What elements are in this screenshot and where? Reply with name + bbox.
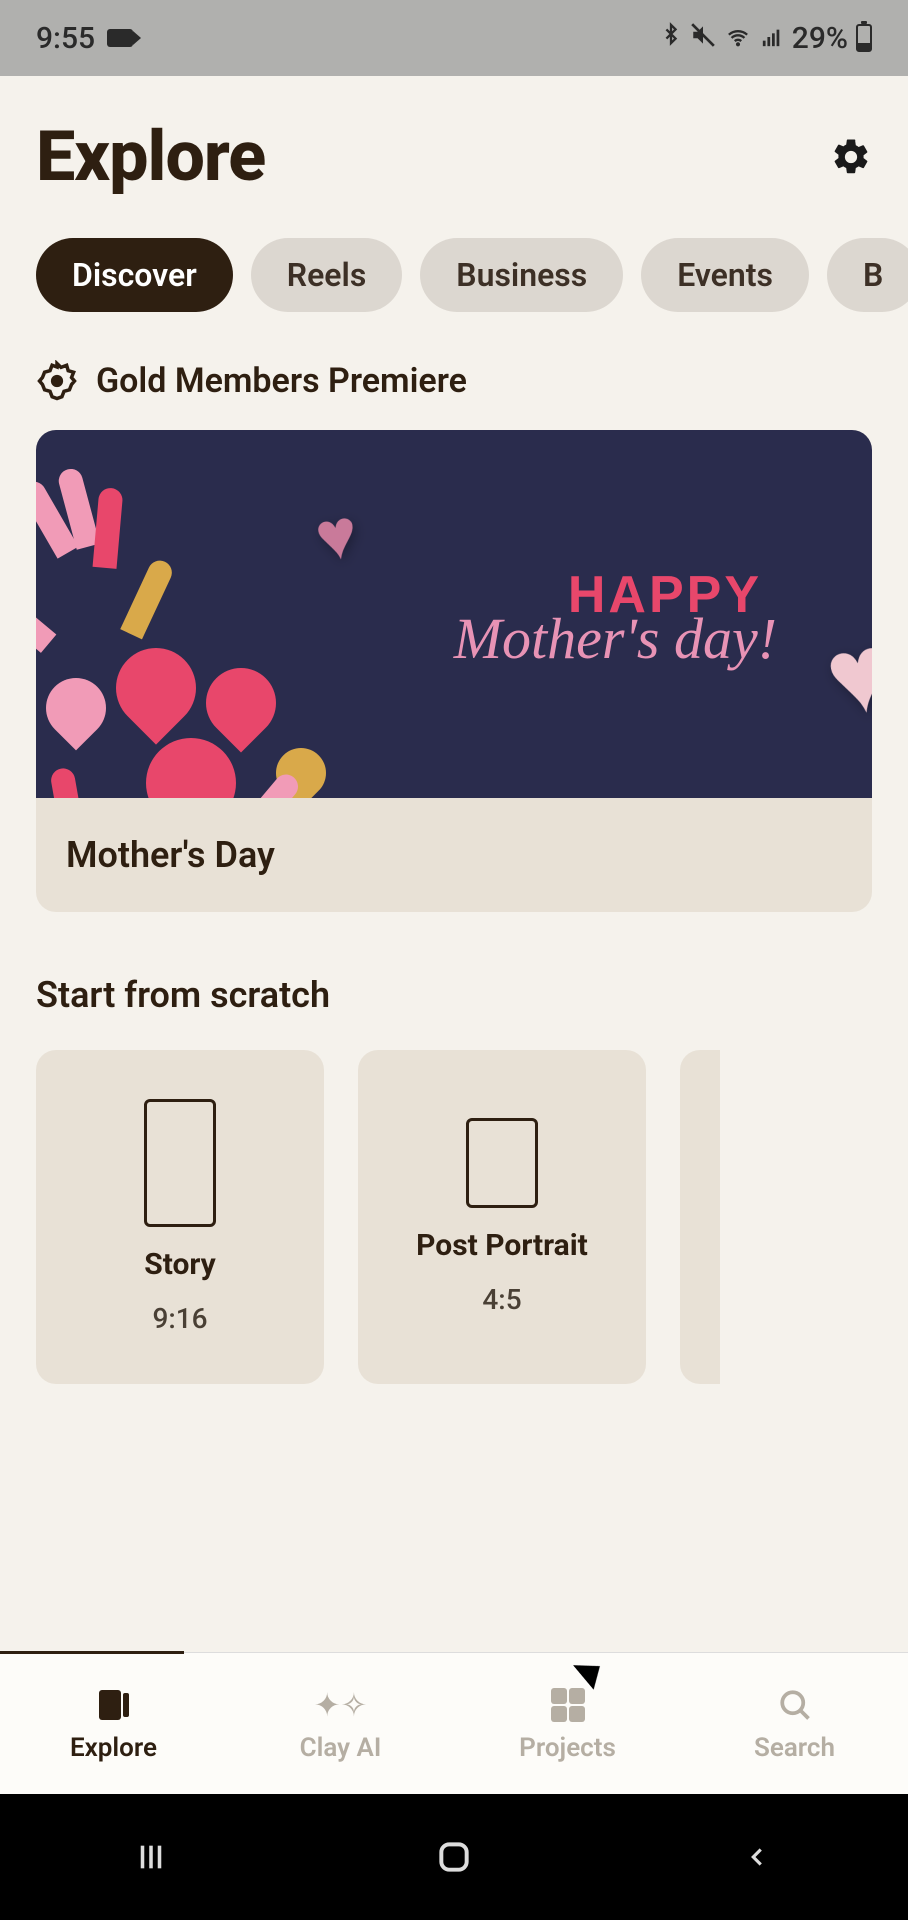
bottom-nav: Explore ✦✧ Clay AI Projects Search xyxy=(0,1652,908,1794)
nav-label: Explore xyxy=(70,1733,157,1763)
mute-icon xyxy=(690,21,716,56)
aspect-icon xyxy=(144,1099,216,1227)
content-area: Explore Discover Reels Business Events B… xyxy=(0,76,908,1652)
header: Explore xyxy=(0,76,908,218)
home-button[interactable] xyxy=(394,1838,514,1876)
scratch-name: Story xyxy=(144,1247,216,1282)
wifi-icon xyxy=(724,21,752,56)
cursor-icon xyxy=(573,1652,609,1689)
nav-label: Projects xyxy=(519,1733,616,1763)
tab-discover[interactable]: Discover xyxy=(36,238,233,312)
featured-overlay-line2: Mother's day! xyxy=(454,605,777,672)
gear-icon xyxy=(830,136,872,178)
android-status-bar: 9:55 29% xyxy=(0,0,908,76)
back-button[interactable] xyxy=(697,1842,817,1872)
scratch-card-next[interactable] xyxy=(680,1050,720,1384)
category-tabs: Discover Reels Business Events B xyxy=(0,218,908,342)
scratch-ratio: 4:5 xyxy=(482,1283,521,1316)
projects-icon xyxy=(548,1685,588,1725)
nav-projects[interactable]: Projects xyxy=(454,1653,681,1794)
scratch-ratio: 9:16 xyxy=(152,1302,207,1335)
bluetooth-icon xyxy=(660,20,682,56)
featured-image: ♥ ♥ HAPPY Mother's day! xyxy=(36,430,872,798)
tab-more[interactable]: B xyxy=(827,238,908,312)
nav-explore[interactable]: Explore xyxy=(0,1653,227,1794)
explore-icon xyxy=(94,1685,134,1725)
scratch-card-post-portrait[interactable]: Post Portrait 4:5 xyxy=(358,1050,646,1384)
recents-button[interactable] xyxy=(91,1840,211,1874)
flowers-illustration xyxy=(36,458,416,798)
settings-button[interactable] xyxy=(830,136,872,178)
status-left: 9:55 xyxy=(36,21,133,56)
nav-label: Search xyxy=(754,1733,835,1763)
signal-icon xyxy=(760,21,784,56)
scratch-card-story[interactable]: Story 9:16 xyxy=(36,1050,324,1384)
featured-caption: Mother's Day xyxy=(36,798,872,912)
premiere-badge-icon xyxy=(36,360,78,402)
android-nav-bar xyxy=(0,1794,908,1920)
premiere-label: Gold Members Premiere xyxy=(96,361,467,401)
scratch-name: Post Portrait xyxy=(416,1228,588,1263)
nav-label: Clay AI xyxy=(300,1733,382,1763)
search-icon xyxy=(775,1685,815,1725)
premiere-row[interactable]: Gold Members Premiere xyxy=(0,342,908,430)
featured-card[interactable]: ♥ ♥ HAPPY Mother's day! Mother's Day xyxy=(36,430,872,912)
nav-search[interactable]: Search xyxy=(681,1653,908,1794)
tab-business[interactable]: Business xyxy=(420,238,623,312)
status-time: 9:55 xyxy=(36,21,95,56)
aspect-icon xyxy=(466,1118,538,1208)
scratch-row: Story 9:16 Post Portrait 4:5 xyxy=(0,1050,908,1384)
scratch-section-title: Start from scratch xyxy=(0,968,908,1050)
status-right: 29% xyxy=(660,20,872,56)
video-recording-icon xyxy=(107,29,133,47)
tab-events[interactable]: Events xyxy=(641,238,809,312)
battery-icon xyxy=(856,24,872,52)
battery-percent: 29% xyxy=(792,21,848,56)
sparkle-icon: ✦✧ xyxy=(321,1685,361,1725)
nav-clay-ai[interactable]: ✦✧ Clay AI xyxy=(227,1653,454,1794)
heart-icon: ♥ xyxy=(816,605,872,743)
page-title: Explore xyxy=(36,116,265,198)
tab-reels[interactable]: Reels xyxy=(251,238,403,312)
